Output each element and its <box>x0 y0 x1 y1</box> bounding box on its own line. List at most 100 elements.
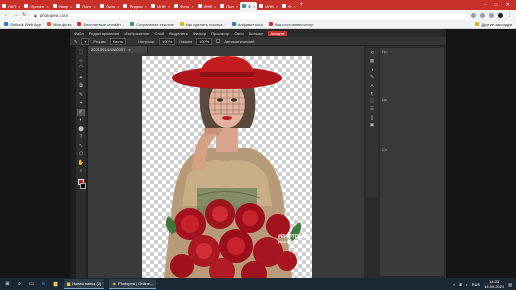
image-panel-icon[interactable]: ▣ <box>369 122 376 128</box>
bookmark-folder[interactable]: Другие закладки <box>475 22 512 27</box>
profile-avatar[interactable] <box>498 12 503 18</box>
adjustments-panel-icon[interactable]: ◑ <box>369 66 376 72</box>
taskbar-app-chrome[interactable]: ◉ Photopea | Online... <box>109 279 157 289</box>
browser-tab[interactable]: Фото × <box>172 2 196 10</box>
bookmark-item[interactable]: Как состоянию книгу <box>268 22 313 27</box>
browser-tab[interactable]: ИНВ × <box>149 2 172 10</box>
close-tab-icon[interactable]: × <box>93 4 95 9</box>
properties-panel-icon[interactable]: ☰ <box>369 106 376 112</box>
bookmark-item[interactable]: Алфавит кого <box>231 22 263 27</box>
close-tab-icon[interactable]: × <box>117 4 119 9</box>
flow-input[interactable]: 100% <box>196 37 213 45</box>
css-panel-icon[interactable]: {} <box>369 114 376 120</box>
browser-tab[interactable]: Прочее × <box>22 2 50 10</box>
close-tab-icon[interactable]: × <box>18 4 20 9</box>
browser-tab[interactable]: ИНВ × <box>257 2 280 10</box>
healing-tool-icon[interactable]: ⌖ <box>77 100 85 107</box>
minimize-icon[interactable]: – <box>484 2 487 8</box>
browser-tab[interactable]: НКП × <box>0 2 22 10</box>
menu-filter[interactable]: Фильтр <box>193 31 206 36</box>
menu-file[interactable]: Файл <box>74 31 84 36</box>
browser-tab[interactable]: ИНВ × <box>196 2 219 10</box>
magic-wand-tool-icon[interactable]: ✦ <box>77 75 85 82</box>
close-tab-icon[interactable]: × <box>293 4 295 9</box>
chevron-up-icon[interactable]: ˄ <box>453 282 455 287</box>
brush-panel-icon[interactable]: ✎ <box>369 74 376 80</box>
shape-tool-icon[interactable]: ⬡ <box>77 151 85 158</box>
brush-tool-icon[interactable]: ✐ <box>77 108 85 116</box>
eyedropper-tool-icon[interactable]: ✎ <box>77 92 85 99</box>
bookmark-item[interactable]: Как сделать ссылки... <box>179 22 226 27</box>
panel-label[interactable]: Сл. <box>382 148 388 152</box>
close-tab-icon[interactable]: × <box>276 4 278 9</box>
menu-account[interactable]: Аккаунт <box>268 30 287 36</box>
menu-select[interactable]: Выделить <box>169 31 187 36</box>
address-bar[interactable]: 🔒︎ photopea.com <box>30 11 467 19</box>
close-tab-icon[interactable]: × <box>70 4 72 9</box>
extension-icon[interactable] <box>489 12 494 18</box>
extension-icon[interactable] <box>471 12 476 18</box>
panel-label[interactable]: Цв. <box>382 98 387 102</box>
lasso-tool-icon[interactable]: ⌒ <box>77 66 85 73</box>
close-tab-icon[interactable]: × <box>214 4 216 9</box>
bookmark-item[interactable]: Мои фото <box>47 22 71 27</box>
edge-icon[interactable]: e <box>40 281 47 288</box>
menu-edit[interactable]: Редактирование <box>89 31 119 36</box>
volume-icon[interactable]: ♪ <box>466 282 468 287</box>
menu-dots-icon[interactable]: ⋮ <box>507 12 512 18</box>
network-icon[interactable]: ⌸ <box>459 282 461 287</box>
maximize-icon[interactable]: □ <box>495 2 498 8</box>
browser-tab[interactable]: Ф × <box>280 2 297 10</box>
panel-label[interactable]: Пр. <box>382 50 387 54</box>
clock[interactable]: 14:23 14.09.2021 <box>484 279 504 289</box>
move-tool-icon[interactable]: ⬚ <box>77 49 85 56</box>
background-color-swatch[interactable] <box>80 183 86 189</box>
history-panel-icon[interactable]: ⟲ <box>369 50 376 56</box>
close-tab-icon[interactable]: × <box>145 4 147 9</box>
close-document-icon[interactable]: × <box>128 47 130 52</box>
auto-checkbox[interactable] <box>216 39 221 43</box>
bookmark-item[interactable]: Бесплатные онлайн... <box>77 22 124 27</box>
back-icon[interactable]: ← <box>4 12 9 18</box>
close-tab-icon[interactable]: × <box>191 4 193 9</box>
close-tab-icon[interactable]: × <box>236 4 238 9</box>
menu-more[interactable]: Больше <box>249 31 264 36</box>
browser-tab[interactable]: Ивар × <box>51 2 75 10</box>
extension-icon[interactable] <box>480 12 485 18</box>
browser-tab[interactable]: Пинт × <box>74 2 98 10</box>
explorer-icon[interactable]: ▆ <box>52 281 59 288</box>
menu-image[interactable]: Изображение <box>124 31 149 36</box>
new-tab-button[interactable]: + <box>298 2 306 8</box>
paragraph-panel-icon[interactable]: ¶ <box>369 90 376 96</box>
document-canvas[interactable]: #PHOTOLAB photolab.me <box>142 56 312 278</box>
task-view-icon[interactable]: ▭ <box>28 281 35 288</box>
document-tab[interactable]: 20210914-WA0007 × <box>88 46 148 53</box>
menu-view[interactable]: Просмотр <box>211 31 229 36</box>
reload-icon[interactable]: ↻ <box>22 12 26 18</box>
language-indicator[interactable]: RUS <box>472 282 480 287</box>
gradient-tool-icon[interactable]: ⬤ <box>77 126 85 133</box>
brush-size-picker[interactable]: ▾ <box>81 37 90 45</box>
browser-tab[interactable]: Пин × <box>218 2 240 10</box>
mode-select[interactable]: Кисть <box>109 37 127 45</box>
brush-tool-icon[interactable]: ✎ <box>74 39 77 44</box>
marquee-tool-icon[interactable]: ⊹ <box>77 58 85 65</box>
info-panel-icon[interactable]: ⓘ <box>369 98 376 104</box>
dodge-tool-icon[interactable]: ◐ <box>77 117 85 124</box>
close-tab-icon[interactable]: × <box>253 4 255 9</box>
crop-tool-icon[interactable]: ⧉ <box>77 83 85 90</box>
forward-icon[interactable]: → <box>13 12 18 18</box>
close-window-icon[interactable]: ✕ <box>506 2 510 8</box>
opacity-input[interactable]: 100% <box>159 37 176 45</box>
close-tab-icon[interactable]: × <box>46 4 48 9</box>
notifications-icon[interactable]: ▤ <box>508 282 512 287</box>
type-tool-icon[interactable]: T <box>77 134 85 141</box>
bookmark-item[interactable]: Outlook Web App <box>4 22 41 27</box>
search-icon[interactable]: ⌕ <box>16 281 23 288</box>
hand-tool-icon[interactable]: ✋ <box>77 160 85 167</box>
browser-tab[interactable]: Окно × <box>98 2 122 10</box>
browser-tab[interactable]: Яндекс × <box>121 2 149 10</box>
path-select-tool-icon[interactable]: ↖ <box>77 143 85 150</box>
browser-tab-active[interactable]: Ф × <box>240 2 258 10</box>
close-tab-icon[interactable]: × <box>168 4 170 9</box>
